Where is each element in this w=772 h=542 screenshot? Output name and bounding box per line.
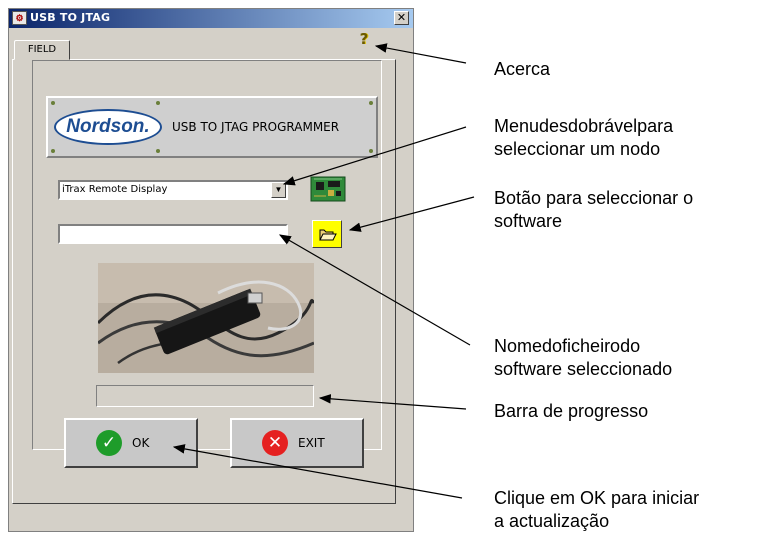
callout-select-software: Botão para seleccionar o software <box>494 187 693 233</box>
callout-select-software-line2: software <box>494 211 563 231</box>
callout-click-ok-line1: Clique em OK para iniciar <box>494 488 700 508</box>
callout-about: Acerca <box>494 58 550 81</box>
callout-progress-text: Barra de progresso <box>494 401 649 421</box>
callout-menu-line2: seleccionar um nodo <box>494 139 661 159</box>
callout-menu-line1: Menudesdobrávelpara <box>494 116 674 136</box>
callout-progress: Barra de progresso <box>494 400 648 423</box>
callout-click-ok: Clique em OK para iniciar a actualização <box>494 487 699 533</box>
callout-leaders <box>172 43 475 499</box>
tab-field[interactable]: FIELD <box>14 40 70 60</box>
callout-select-software-line1: Botão para seleccionar o <box>494 188 694 208</box>
callout-filename-line1: Nomedoficheirodo <box>494 336 641 356</box>
callout-click-ok-line2: a actualização <box>494 511 610 531</box>
callout-about-text: Acerca <box>494 59 551 79</box>
callout-menu: Menudesdobrávelpara seleccionar um nodo <box>494 115 764 161</box>
callout-filename-line2: software seleccionado <box>494 359 673 379</box>
callout-filename: Nomedoficheirodo software seleccionado <box>494 335 764 381</box>
